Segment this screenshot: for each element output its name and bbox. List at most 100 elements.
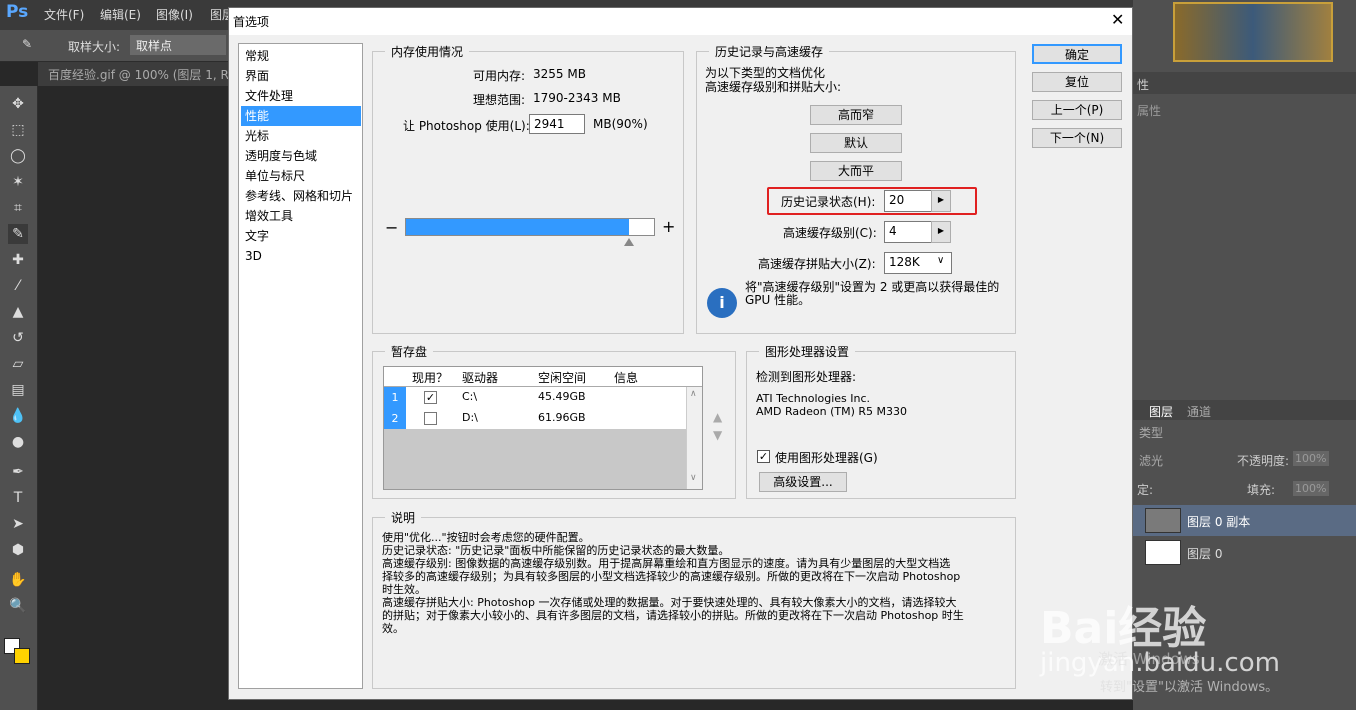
column-header: 信息 — [614, 371, 639, 385]
nav-guides[interactable]: 参考线、网格和切片 — [241, 186, 361, 206]
layer-row-selected[interactable]: 图层 0 副本 — [1133, 505, 1356, 536]
table-scrollbar[interactable]: ∧ ∨ — [686, 387, 702, 489]
minus-icon[interactable]: − — [385, 218, 398, 237]
cache-levels-stepper-icon[interactable]: ▶ — [931, 221, 951, 243]
column-header: 驱动器 — [462, 371, 499, 385]
table-row[interactable]: 2 D:\ 61.96GB — [384, 408, 702, 429]
description-title: 说明 — [385, 509, 422, 526]
type-tool-icon[interactable]: T — [8, 488, 28, 508]
next-button[interactable]: 下一个(N) — [1032, 128, 1122, 148]
ok-button[interactable]: 确定 — [1032, 44, 1122, 64]
history-states-input[interactable]: 20 — [884, 190, 932, 212]
row-number: 1 — [384, 387, 406, 408]
move-down-icon[interactable]: ▼ — [713, 428, 722, 442]
opacity-input[interactable]: 100% — [1293, 451, 1329, 466]
menu-file[interactable]: 文件(F) — [44, 6, 84, 23]
default-button[interactable]: 默认 — [810, 133, 902, 153]
big-flat-button[interactable]: 大而平 — [810, 161, 902, 181]
use-gpu-checkbox[interactable]: ✓ — [757, 450, 770, 463]
tab-channels[interactable]: 通道 — [1187, 403, 1211, 420]
pen-tool-icon[interactable]: ✒ — [8, 462, 28, 482]
zoom-tool-icon[interactable]: 🔍 — [8, 596, 28, 616]
gradient-tool-icon[interactable]: ▤ — [8, 380, 28, 400]
eyedropper-icon[interactable]: ✎ — [22, 37, 32, 51]
nav-file-handling[interactable]: 文件处理 — [241, 86, 361, 106]
eyedropper-tool-icon[interactable]: ✎ — [8, 224, 28, 244]
props-tabbar: 性 — [1133, 72, 1356, 94]
marquee-tool-icon[interactable]: ⬚ — [8, 120, 28, 140]
prev-button[interactable]: 上一个(P) — [1032, 100, 1122, 120]
use-gpu-label[interactable]: 使用图形处理器(G) — [775, 449, 878, 466]
lock-label: 定: — [1137, 483, 1154, 497]
cache-levels-input[interactable]: 4 — [884, 221, 932, 243]
menu-image[interactable]: 图像(I) — [156, 6, 193, 23]
stamp-tool-icon[interactable]: ▲ — [8, 302, 28, 322]
nav-plugins[interactable]: 增效工具 — [241, 206, 361, 226]
chevron-down-icon[interactable]: ∨ — [937, 255, 944, 266]
blend-mode-select[interactable]: 滤光 — [1139, 452, 1225, 469]
dodge-tool-icon[interactable]: ● — [8, 432, 28, 452]
layer-kind-filter[interactable]: 类型 — [1139, 424, 1163, 441]
table-row[interactable]: 1 ✓ C:\ 45.49GB — [384, 387, 702, 408]
nav-cursors[interactable]: 光标 — [241, 126, 361, 146]
history-states-label: 历史记录状态(H): — [781, 195, 876, 209]
ideal-range-label: 理想范围: — [473, 93, 526, 107]
layer-row[interactable]: 图层 0 — [1133, 537, 1356, 568]
tile-size-label: 高速缓存拼贴大小(Z): — [758, 257, 876, 271]
props-tab[interactable]: 性 — [1137, 76, 1149, 93]
gpu-detected-label: 检测到图形处理器: — [756, 370, 857, 384]
info-icon: i — [707, 288, 737, 318]
fill-input[interactable]: 100% — [1293, 481, 1329, 496]
document-tab-label: 百度经验.gif @ 100% (图层 1, RG — [48, 68, 239, 82]
memory-use-input[interactable]: 2941 — [529, 114, 585, 134]
scratch-group-title: 暂存盘 — [385, 343, 434, 360]
reset-button[interactable]: 复位 — [1032, 72, 1122, 92]
dialog-titlebar: 首选项 ✕ — [229, 8, 1132, 35]
memory-slider[interactable] — [405, 218, 655, 236]
active-checkbox[interactable]: ✓ — [424, 391, 437, 404]
column-header: 空闲空间 — [538, 371, 587, 385]
history-cache-group: 历史记录与高速缓存 为以下类型的文档优化 高速缓存级别和拼贴大小: 高而窄 默认… — [696, 43, 1016, 334]
ideal-range-value: 1790-2343 MB — [533, 91, 621, 105]
move-up-icon[interactable]: ▲ — [713, 410, 722, 424]
nav-transparency[interactable]: 透明度与色域 — [241, 146, 361, 166]
magic-wand-tool-icon[interactable]: ✶ — [8, 172, 28, 192]
sample-size-select[interactable]: 取样点 — [130, 35, 226, 55]
move-tool-icon[interactable]: ✥ — [8, 94, 28, 114]
nav-units[interactable]: 单位与标尺 — [241, 166, 361, 186]
menu-edit[interactable]: 编辑(E) — [100, 6, 141, 23]
tall-thin-button[interactable]: 高而窄 — [810, 105, 902, 125]
memory-slider-thumb[interactable] — [624, 238, 635, 246]
nav-general[interactable]: 常规 — [241, 46, 361, 66]
background-color-swatch[interactable] — [14, 648, 30, 664]
active-checkbox[interactable] — [424, 412, 437, 425]
history-states-stepper-icon[interactable]: ▶ — [931, 190, 951, 212]
shape-tool-icon[interactable]: ⬢ — [8, 540, 28, 560]
let-photoshop-use-label: 让 Photoshop 使用(L): — [403, 119, 530, 133]
eraser-tool-icon[interactable]: ▱ — [8, 354, 28, 374]
memory-usage-group: 内存使用情况 可用内存: 3255 MB 理想范围: 1790-2343 MB … — [372, 43, 684, 334]
blur-tool-icon[interactable]: 💧 — [8, 406, 28, 426]
nav-performance[interactable]: 性能 — [241, 106, 361, 126]
row-number: 2 — [384, 408, 406, 429]
thumbnail-image — [1173, 2, 1333, 62]
description-line: 的拼贴；对于像素大小较小的、具有许多图层的文档，请选择较小的拼贴。所做的更改将在… — [382, 609, 964, 622]
layers-tabbar: 图层 通道 — [1133, 400, 1356, 420]
nav-3d[interactable]: 3D — [241, 246, 361, 266]
history-brush-icon[interactable]: ↺ — [8, 328, 28, 348]
document-tab[interactable]: 百度经验.gif @ 100% (图层 1, RG — [38, 62, 238, 86]
scroll-down-icon[interactable]: ∨ — [690, 473, 697, 483]
tab-layers[interactable]: 图层 — [1149, 403, 1173, 420]
lasso-tool-icon[interactable]: ◯ — [8, 146, 28, 166]
close-icon[interactable]: ✕ — [1111, 10, 1124, 29]
plus-icon[interactable]: + — [662, 217, 675, 236]
path-select-icon[interactable]: ➤ — [8, 514, 28, 534]
crop-tool-icon[interactable]: ⌗ — [8, 198, 28, 218]
hand-tool-icon[interactable]: ✋ — [8, 570, 28, 590]
scroll-up-icon[interactable]: ∧ — [690, 389, 697, 399]
healing-tool-icon[interactable]: ✚ — [8, 250, 28, 270]
advanced-settings-button[interactable]: 高级设置... — [759, 472, 847, 492]
brush-tool-icon[interactable]: ⁄ — [8, 276, 28, 296]
nav-interface[interactable]: 界面 — [241, 66, 361, 86]
nav-type[interactable]: 文字 — [241, 226, 361, 246]
